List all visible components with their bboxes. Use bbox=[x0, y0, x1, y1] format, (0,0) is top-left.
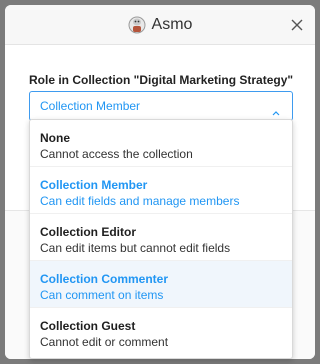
option-title: Collection Editor bbox=[40, 225, 136, 239]
role-select[interactable]: Collection Member bbox=[29, 91, 293, 121]
option-description: Can comment on items bbox=[40, 288, 164, 302]
option-collection-editor[interactable]: Collection Editor Can edit items but can… bbox=[30, 214, 292, 261]
option-collection-guest[interactable]: Collection Guest Cannot edit or comment bbox=[30, 308, 292, 355]
app-name: Asmo bbox=[151, 15, 193, 33]
asmo-logo-icon bbox=[128, 16, 146, 34]
option-description: Cannot edit or comment bbox=[40, 335, 169, 349]
option-title: None bbox=[40, 131, 70, 145]
close-icon[interactable] bbox=[289, 17, 305, 33]
modal-header: Asmo bbox=[5, 5, 315, 45]
option-title: Collection Commenter bbox=[40, 272, 169, 286]
role-dropdown-menu: None Cannot access the collection Collec… bbox=[29, 119, 293, 359]
option-collection-member[interactable]: Collection Member Can edit fields and ma… bbox=[30, 167, 292, 214]
role-select-value: Collection Member bbox=[40, 99, 141, 113]
option-collection-commenter[interactable]: Collection Commenter Can comment on item… bbox=[30, 261, 292, 308]
option-description: Can edit fields and manage members bbox=[40, 194, 240, 208]
option-title: Collection Member bbox=[40, 178, 148, 192]
role-field-label: Role in Collection "Digital Marketing St… bbox=[29, 73, 294, 87]
option-none[interactable]: None Cannot access the collection bbox=[30, 120, 292, 167]
chevron-up-icon bbox=[272, 103, 280, 116]
option-description: Can edit items but cannot edit fields bbox=[40, 241, 231, 255]
option-description: Cannot access the collection bbox=[40, 147, 193, 161]
option-title: Collection Guest bbox=[40, 319, 136, 333]
header-title: Asmo bbox=[128, 15, 193, 34]
